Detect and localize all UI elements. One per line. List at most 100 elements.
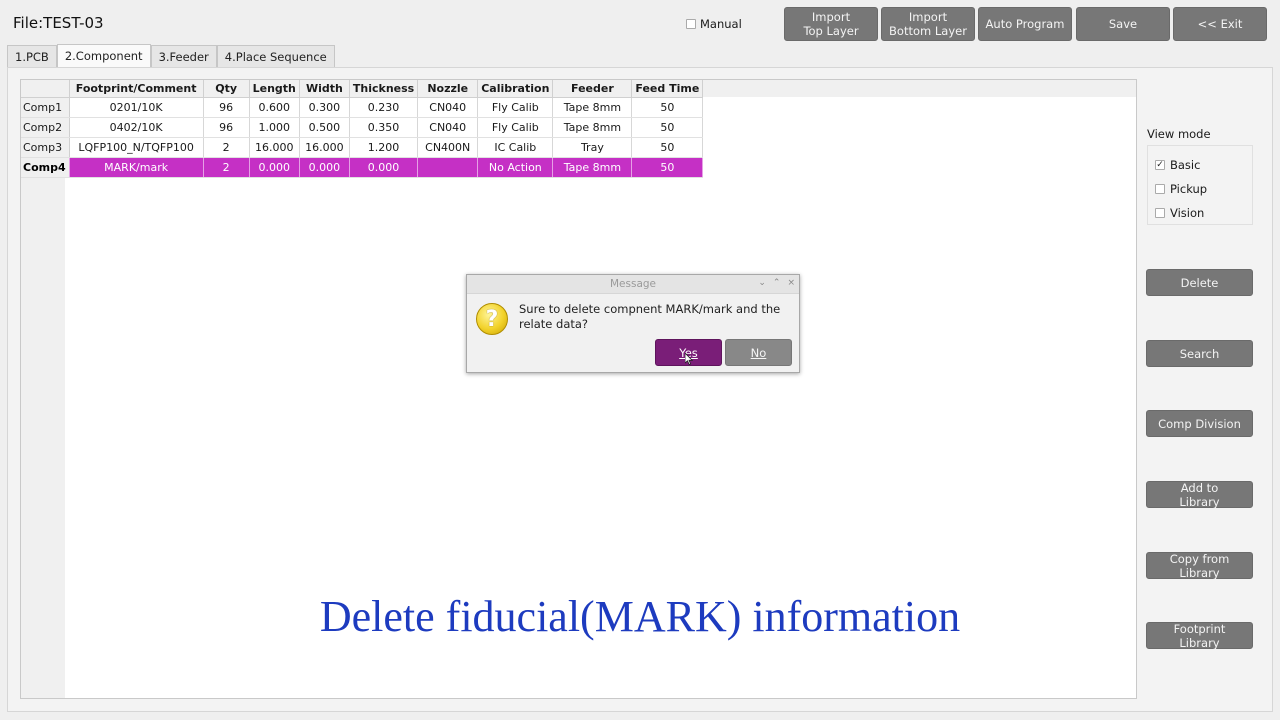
- component-table[interactable]: Footprint/Comment Qty Length Width Thick…: [21, 80, 704, 178]
- table-cell[interactable]: 0201/10K: [69, 97, 204, 118]
- table-cell[interactable]: 0.300: [299, 97, 350, 118]
- file-title: File:TEST-03: [13, 14, 104, 32]
- row-header[interactable]: Comp1: [21, 97, 70, 118]
- column-header[interactable]: Feed Time: [631, 80, 704, 98]
- row-header[interactable]: Comp4: [21, 157, 70, 178]
- table-cell[interactable]: 50: [631, 97, 704, 118]
- table-cell[interactable]: 0.000: [249, 157, 300, 178]
- mouse-cursor-icon: [685, 353, 693, 365]
- table-cell[interactable]: Fly Calib: [477, 97, 554, 118]
- view-mode-pickup[interactable]: Pickup: [1155, 182, 1207, 196]
- button-label-line1: Copy from: [1169, 551, 1230, 566]
- table-cell[interactable]: 50: [631, 117, 704, 138]
- view-mode-option-label: Pickup: [1170, 182, 1208, 196]
- button-label: Auto Program: [985, 17, 1065, 31]
- table-row[interactable]: Comp2 0402/10K 96 1.000 0.500 0.350 CN04…: [21, 117, 704, 138]
- table-cell[interactable]: Tape 8mm: [552, 117, 633, 138]
- auto-program-button[interactable]: Auto Program: [978, 7, 1072, 41]
- table-cell[interactable]: 0.230: [349, 97, 419, 118]
- tab-component[interactable]: 2.Component: [56, 44, 151, 67]
- exit-button[interactable]: << Exit: [1173, 7, 1267, 41]
- table-cell[interactable]: IC Calib: [477, 137, 554, 158]
- copy-from-library-button[interactable]: Copy from Library: [1146, 551, 1253, 580]
- table-cell[interactable]: Tray: [552, 137, 633, 158]
- button-label-line2: Top Layer: [803, 24, 859, 38]
- video-caption: Delete fiducial(MARK) information: [319, 592, 961, 641]
- table-cell[interactable]: CN040: [417, 97, 479, 118]
- table-cell[interactable]: 50: [631, 137, 704, 158]
- column-header[interactable]: Length: [249, 80, 300, 98]
- maximize-icon[interactable]: ⌃: [773, 278, 781, 288]
- table-cell[interactable]: 16.000: [249, 137, 300, 158]
- table-cell[interactable]: 0.350: [349, 117, 419, 138]
- pickup-checkbox[interactable]: [1155, 184, 1165, 194]
- minimize-icon[interactable]: ⌄: [758, 278, 766, 288]
- table-cell[interactable]: LQFP100_N/TQFP100: [69, 137, 204, 158]
- question-icon: ?: [476, 303, 508, 335]
- manual-label: Manual: [700, 17, 742, 31]
- column-header[interactable]: Nozzle: [417, 80, 479, 98]
- comp-division-button[interactable]: Comp Division: [1146, 410, 1253, 437]
- table-cell[interactable]: CN040: [417, 117, 479, 138]
- table-cell[interactable]: No Action: [477, 157, 554, 178]
- vision-checkbox[interactable]: [1155, 208, 1165, 218]
- add-to-library-button[interactable]: Add to Library: [1146, 481, 1253, 509]
- table-cell[interactable]: 16.000: [299, 137, 350, 158]
- table-row[interactable]: Comp3 LQFP100_N/TQFP100 2 16.000 16.000 …: [21, 137, 704, 158]
- import-bottom-layer-button[interactable]: Import Bottom Layer: [881, 7, 975, 41]
- save-button[interactable]: Save: [1076, 7, 1170, 41]
- button-label: Search: [1179, 346, 1220, 361]
- table-cell[interactable]: 0402/10K: [69, 117, 204, 138]
- view-mode-basic[interactable]: ✓ Basic: [1155, 158, 1200, 172]
- close-icon[interactable]: ×: [787, 278, 795, 288]
- column-header[interactable]: Qty: [203, 80, 250, 98]
- import-top-layer-button[interactable]: Import Top Layer: [784, 7, 878, 41]
- table-cell[interactable]: [417, 157, 479, 178]
- no-button[interactable]: No: [725, 339, 792, 366]
- delete-button[interactable]: Delete: [1146, 269, 1253, 296]
- tab-feeder[interactable]: 3.Feeder: [150, 45, 217, 67]
- tab-place-sequence[interactable]: 4.Place Sequence: [216, 45, 335, 67]
- view-mode-option-label: Basic: [1170, 158, 1201, 172]
- column-header[interactable]: Width: [299, 80, 350, 98]
- search-button[interactable]: Search: [1146, 340, 1253, 367]
- table-cell[interactable]: 0.600: [249, 97, 300, 118]
- manual-checkbox[interactable]: Manual: [686, 17, 742, 31]
- view-mode-label: View mode: [1147, 127, 1211, 141]
- row-header[interactable]: Comp2: [21, 117, 70, 138]
- table-cell[interactable]: CN400N: [417, 137, 479, 158]
- table-cell[interactable]: 0.000: [299, 157, 350, 178]
- column-header[interactable]: Thickness: [349, 80, 419, 98]
- manual-checkbox-box[interactable]: [686, 19, 696, 29]
- column-header[interactable]: Feeder: [552, 80, 633, 98]
- view-mode-vision[interactable]: Vision: [1155, 206, 1204, 220]
- column-header[interactable]: Footprint/Comment: [69, 80, 204, 98]
- table-cell[interactable]: 1.200: [349, 137, 419, 158]
- basic-checkbox[interactable]: ✓: [1155, 160, 1165, 170]
- table-cell[interactable]: 2: [203, 137, 250, 158]
- table-cell[interactable]: 0.500: [299, 117, 350, 138]
- table-cell[interactable]: MARK/mark: [69, 157, 204, 178]
- column-header[interactable]: Calibration: [477, 80, 554, 98]
- table-cell[interactable]: Tape 8mm: [552, 97, 633, 118]
- table-cell[interactable]: 96: [203, 117, 250, 138]
- table-cell[interactable]: Fly Calib: [477, 117, 554, 138]
- table-cell[interactable]: 50: [631, 157, 704, 178]
- button-label: << Exit: [1197, 17, 1243, 31]
- table-cell[interactable]: Tape 8mm: [552, 157, 633, 178]
- corner-header: [21, 80, 70, 98]
- dialog-titlebar[interactable]: Message ⌄ ⌃ ×: [467, 275, 799, 294]
- table-row-selected[interactable]: Comp4 MARK/mark 2 0.000 0.000 0.000 No A…: [21, 157, 704, 178]
- view-mode-group: ✓ Basic Pickup Vision: [1147, 145, 1253, 225]
- row-header[interactable]: Comp3: [21, 137, 70, 158]
- button-label: Save: [1108, 17, 1138, 31]
- table-cell[interactable]: 0.000: [349, 157, 419, 178]
- button-label-line1: Import: [811, 10, 851, 24]
- table-row[interactable]: Comp1 0201/10K 96 0.600 0.300 0.230 CN04…: [21, 97, 704, 118]
- view-mode-option-label: Vision: [1170, 206, 1205, 220]
- button-label-line1: Import: [908, 10, 948, 24]
- table-cell[interactable]: 96: [203, 97, 250, 118]
- tab-pcb[interactable]: 1.PCB: [7, 45, 57, 67]
- table-cell[interactable]: 2: [203, 157, 250, 178]
- table-cell[interactable]: 1.000: [249, 117, 300, 138]
